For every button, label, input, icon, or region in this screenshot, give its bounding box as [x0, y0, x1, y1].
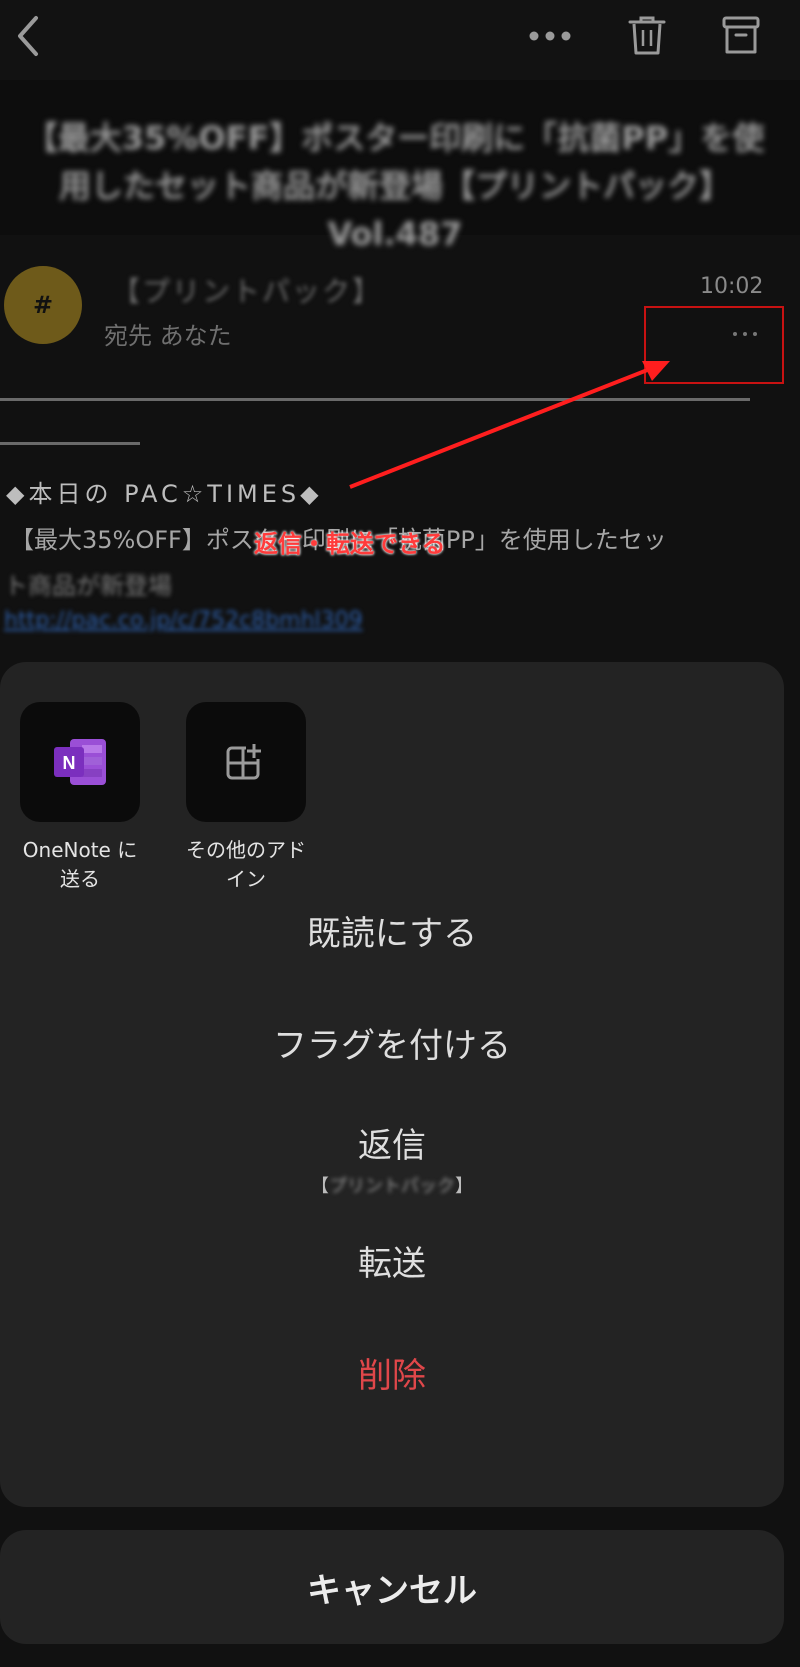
sender-name[interactable]: 【プリントパック】: [112, 270, 382, 310]
promo-text-continued: ト商品が新登場: [4, 572, 172, 600]
more-add-ins-tile[interactable]: [186, 702, 306, 822]
pac-times-heading: ◆本日の PAC☆TIMES◆: [6, 480, 323, 508]
trash-icon: [628, 16, 666, 55]
more-add-ins-label: その他のアド イン: [166, 836, 326, 894]
email-subject: 【最大35%OFF】ポスター印刷に「抗菌PP」を使用したセット商品が新登場【プリ…: [25, 119, 765, 253]
action-sheet: N OneNote に 送る その他のアド イン 既読にする フラグを付ける 返…: [0, 662, 784, 1507]
delete-toolbar-button[interactable]: [628, 14, 666, 56]
reply-sub-bracket-open: 【: [311, 1176, 329, 1197]
svg-text:N: N: [63, 753, 76, 773]
archive-button[interactable]: [722, 14, 760, 56]
annotation-arrow: [349, 361, 670, 489]
reply-button[interactable]: 返信: [0, 1118, 784, 1167]
back-button[interactable]: [14, 14, 44, 58]
recipient-label: 宛先 あなた: [104, 322, 232, 350]
divider: [0, 442, 140, 445]
more-add-ins-label-line2: イン: [226, 867, 266, 891]
onenote-icon: N: [54, 739, 106, 785]
onenote-label-line2: 送る: [60, 867, 100, 891]
cancel-button[interactable]: キャンセル: [0, 1530, 784, 1644]
mark-read-button[interactable]: 既読にする: [0, 906, 784, 955]
email-subject-area: 【最大35%OFF】ポスター印刷に「抗菌PP」を使用したセット商品が新登場【プリ…: [0, 80, 800, 253]
more-options-button[interactable]: [528, 28, 572, 42]
received-time: 10:02: [700, 274, 764, 299]
email-link[interactable]: http://pac.co.jp/c/752c8bmhl309: [4, 608, 363, 633]
reply-sub-name: プリントパック: [329, 1176, 455, 1197]
top-nav-bar: [0, 0, 800, 80]
more-horizontal-icon: [529, 31, 571, 41]
forward-button[interactable]: 転送: [0, 1236, 784, 1285]
more-add-ins-label-line1: その他のアド: [186, 838, 306, 862]
reply-sender-subtitle: 【プリントパック】: [0, 1172, 784, 1198]
onenote-label: OneNote に 送る: [0, 836, 160, 894]
sender-avatar: #: [4, 266, 82, 344]
chevron-left-icon: [18, 16, 38, 56]
flag-button[interactable]: フラグを付ける: [0, 1018, 784, 1067]
annotation-text: 返信・転送できる: [254, 530, 446, 558]
archive-icon: [722, 16, 760, 54]
onenote-tile[interactable]: N: [20, 702, 140, 822]
delete-button[interactable]: 削除: [0, 1348, 784, 1397]
reply-sub-bracket-close: 】: [455, 1176, 473, 1197]
add-in-icon: [226, 743, 262, 780]
onenote-label-line1: OneNote に: [22, 838, 138, 862]
